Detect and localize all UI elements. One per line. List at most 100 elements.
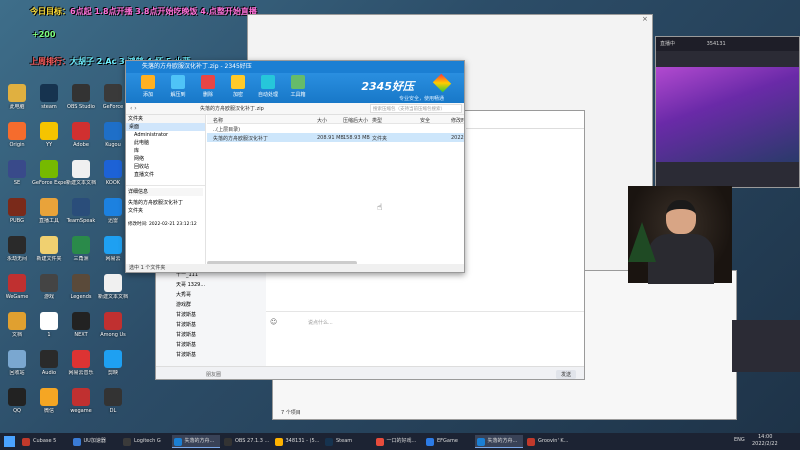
desktop-icon[interactable]: 三角洲 [64, 236, 98, 262]
chat-input[interactable]: 说点什么... [308, 319, 333, 326]
desktop-icon[interactable]: 微信 [32, 388, 66, 414]
zip-toolbar-button[interactable]: 添加 [136, 75, 160, 98]
start-button[interactable] [4, 436, 15, 447]
chat-input-area[interactable]: 说点什么... ☺ [266, 311, 584, 366]
desktop-icon[interactable]: OBS Studio [64, 84, 98, 110]
desktop-icon[interactable]: 直播工具 [32, 198, 66, 224]
desktop-icon[interactable]: 新建文件夹 [32, 236, 66, 262]
desktop-icon[interactable]: 永劫无间 [0, 236, 34, 262]
tree-item[interactable]: 此电脑 [126, 139, 205, 147]
taskbar-item[interactable]: 失落的方舟... [171, 435, 220, 448]
tree-item[interactable]: 桌面 [126, 123, 205, 131]
contact-item[interactable]: 游戏群 [156, 301, 266, 311]
tree-item[interactable]: 库 [126, 147, 205, 155]
taskbar-item[interactable]: Groovin' K... [525, 435, 573, 448]
desktop-icon-label: DL [109, 408, 117, 414]
zip-window[interactable]: 失落的方舟欧服汉化补丁.zip - 2345好压 添加 解压到 删除 加密 自动处理 工具… [125, 60, 465, 273]
desktop-icon[interactable]: wegame [64, 388, 98, 414]
contact-item[interactable]: 甘波斯基 [156, 351, 266, 361]
table-row[interactable]: ..(上层目录) [207, 124, 464, 133]
table-row[interactable]: 失落的方舟欧服汉化补丁 208.91 MB 158.93 MB 文件夹 2022 [207, 133, 464, 142]
tree-item[interactable]: Administrator [126, 131, 205, 139]
emoji-icon[interactable]: ☺ [270, 318, 277, 326]
desktop-icon[interactable]: Audio [32, 350, 66, 376]
taskbar-item[interactable]: Steam [323, 435, 371, 448]
stream-chat-panel[interactable] [732, 320, 800, 372]
toolbar-label: 添加 [142, 92, 153, 98]
taskbar-item[interactable]: UU加速器 [71, 435, 119, 448]
desktop-icon[interactable]: PUBG [0, 198, 34, 224]
zip-toolbar-button[interactable]: 加密 [226, 75, 250, 98]
tree-item[interactable]: 回收站 [126, 163, 205, 171]
desktop-icon[interactable]: Among Us [96, 312, 130, 338]
desktop-icon[interactable]: 文档 [0, 312, 34, 338]
zip-toolbar-button[interactable]: 自动处理 [256, 75, 280, 98]
desktop-icon[interactable]: Legends [64, 274, 98, 300]
tray-time[interactable]: 14:00 [758, 434, 772, 440]
contact-item[interactable]: 甘波斯基 [156, 341, 266, 351]
overlay-goal-label: 今日目标： [30, 7, 70, 16]
desktop-icon[interactable]: GeForce Experience [32, 160, 66, 186]
chat-send-button[interactable]: 发送 [555, 370, 576, 379]
contact-item[interactable]: 天哥 1329... [156, 281, 266, 291]
taskbar-item[interactable]: 一口的好戏... [374, 435, 422, 448]
desktop-icon[interactable]: 此电脑 [0, 84, 34, 110]
column-header-cell[interactable]: 类型 [372, 117, 382, 124]
zip-toolbar-button[interactable]: 解压到 [166, 75, 190, 98]
tray-lang[interactable]: ENG [734, 437, 745, 443]
app-icon [72, 122, 90, 140]
desktop-icon[interactable]: 新建文本文档 [64, 160, 98, 186]
desktop-icon[interactable]: DL [96, 388, 130, 414]
column-header-cell[interactable]: 压缩后大小 [343, 117, 368, 124]
desktop-icon[interactable]: Adobe [64, 122, 98, 148]
column-header-cell[interactable]: 大小 [317, 117, 327, 124]
desktop-icon-label: steam [41, 104, 57, 110]
app-icon [72, 160, 90, 178]
stream-window[interactable]: 直播中 354131 [655, 36, 800, 188]
app-icon [8, 236, 26, 254]
taskbar-label: OBS 27.1.3 ... [235, 438, 270, 444]
desktop-icon[interactable]: WeGame [0, 274, 34, 300]
column-header-cell[interactable]: 名称 [213, 117, 223, 124]
toolbar-icon [261, 75, 275, 89]
taskbar-item[interactable]: Cubase 5 [20, 435, 68, 448]
contact-item[interactable]: 大秀哥 [156, 291, 266, 301]
close-icon[interactable]: × [642, 15, 650, 23]
desktop-icon[interactable]: TeamSpeak [64, 198, 98, 224]
taskbar-item[interactable]: OBS 27.1.3 ... [222, 435, 270, 448]
desktop-icon[interactable]: 游戏 [32, 274, 66, 300]
taskbar-item[interactable]: EFGame [424, 435, 472, 448]
desktop-icon[interactable]: SE [0, 160, 34, 186]
desktop-icon[interactable]: 新建文本文档 [96, 274, 130, 300]
column-header-cell[interactable]: 修改时间 [451, 117, 464, 124]
kite-icon [432, 73, 452, 93]
app-icon [325, 438, 333, 446]
contact-item[interactable]: 甘波斯基 [156, 311, 266, 321]
column-header-cell[interactable]: 安全 [420, 117, 430, 124]
desktop-icon[interactable]: QQ [0, 388, 34, 414]
app-icon [72, 236, 90, 254]
contact-item[interactable]: 甘波斯基 [156, 321, 266, 331]
desktop-icon[interactable]: 1 [32, 312, 66, 338]
desktop-icon[interactable]: 回收站 [0, 350, 34, 376]
zip-toolbar-button[interactable]: 删除 [196, 75, 220, 98]
zip-address-bar[interactable]: ‹ › 失落的方舟欧服汉化补丁.zip 搜索压缩包（支持当前压缩包搜索） [126, 103, 464, 115]
back-arrow-icon[interactable]: ‹ › [130, 105, 137, 112]
desktop-icon[interactable]: steam [32, 84, 66, 110]
desktop-icon[interactable]: YY [32, 122, 66, 148]
desktop-icon-label: GeForce Experience [32, 180, 66, 186]
taskbar-item[interactable]: 348131 - (5... [273, 435, 321, 448]
tree-item[interactable]: 直播文件 [126, 171, 205, 179]
zip-search-input[interactable]: 搜索压缩包（支持当前压缩包搜索） [370, 104, 462, 113]
tree-item[interactable]: 网络 [126, 155, 205, 163]
desktop-icon[interactable]: NEXT [64, 312, 98, 338]
taskbar-item[interactable]: 失落的方舟... [474, 435, 523, 448]
desktop-icon[interactable]: 网易云音乐 [64, 350, 98, 376]
tray-date[interactable]: 2022/2/22 [752, 441, 778, 447]
desktop-icon[interactable]: Origin [0, 122, 34, 148]
taskbar-item[interactable]: Logitech G [121, 435, 169, 448]
zip-address[interactable]: 失落的方舟欧服汉化补丁.zip [200, 105, 264, 112]
contact-item[interactable]: 甘波斯基 [156, 331, 266, 341]
desktop-icon[interactable]: 剪映 [96, 350, 130, 376]
zip-toolbar-button[interactable]: 工具箱 [286, 75, 310, 98]
